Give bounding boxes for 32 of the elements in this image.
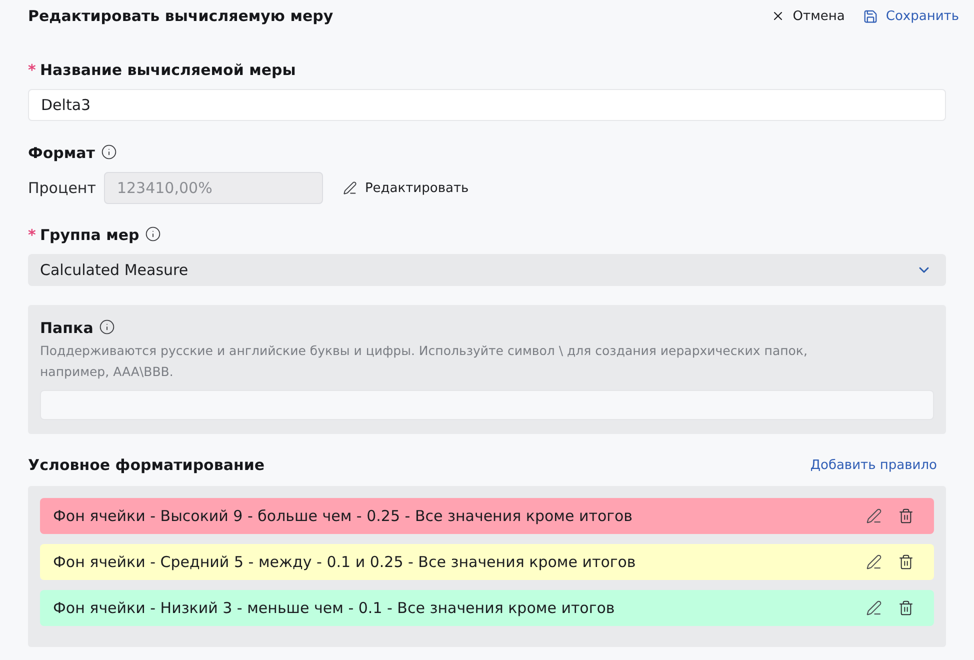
field-label: Папка [40, 318, 94, 336]
edit-format-button[interactable]: Редактировать [342, 180, 469, 196]
field-label: Формат [28, 144, 95, 162]
trash-icon [898, 554, 914, 570]
field-label: Группа мер [40, 226, 140, 244]
folder-hint: Поддерживаются русские и английские буквы и цифры. Используйте символ \ для создания иерархических папок, например, AAA\BBB. [40, 342, 808, 381]
trash-icon [898, 600, 914, 616]
measure-group-select[interactable]: Calculated Measure [28, 254, 946, 286]
page-title: Редактировать вычисляемую меру [28, 7, 334, 25]
pencil-icon [342, 181, 357, 195]
rule-text: Фон ячейки - Высокий 9 - больше чем - 0.25 - Все значения кроме итогов [53, 507, 634, 525]
pencil-icon [866, 508, 882, 524]
edit-rule-button[interactable] [866, 600, 882, 616]
add-rule-link[interactable]: Добавить правило [810, 458, 937, 472]
edit-rule-button[interactable] [866, 554, 882, 570]
trash-icon [898, 508, 914, 524]
delete-rule-button[interactable] [898, 508, 914, 524]
pencil-icon [866, 554, 882, 570]
name-input[interactable]: Delta3 [28, 89, 946, 121]
field-label: Название вычисляемой меры [40, 60, 296, 78]
delete-rule-button[interactable] [898, 554, 914, 570]
required-mark: * [28, 60, 36, 78]
rule-text: Фон ячейки - Средний 5 - между - 0.1 и 0.25 - Все значения кроме итогов [53, 553, 637, 571]
edit-rule-button[interactable] [866, 508, 882, 524]
required-mark: * [28, 226, 36, 244]
section-title: Условное форматирование [28, 456, 265, 474]
save-button[interactable]: Сохранить [862, 8, 959, 24]
rule-text: Фон ячейки - Низкий 3 - меньше чем - 0.1 - Все значения кроме итогов [53, 599, 616, 617]
format-type: Процент [28, 179, 96, 197]
delete-rule-button[interactable] [898, 600, 914, 616]
cancel-button[interactable]: Отмена [770, 8, 845, 24]
pencil-icon [866, 600, 882, 616]
